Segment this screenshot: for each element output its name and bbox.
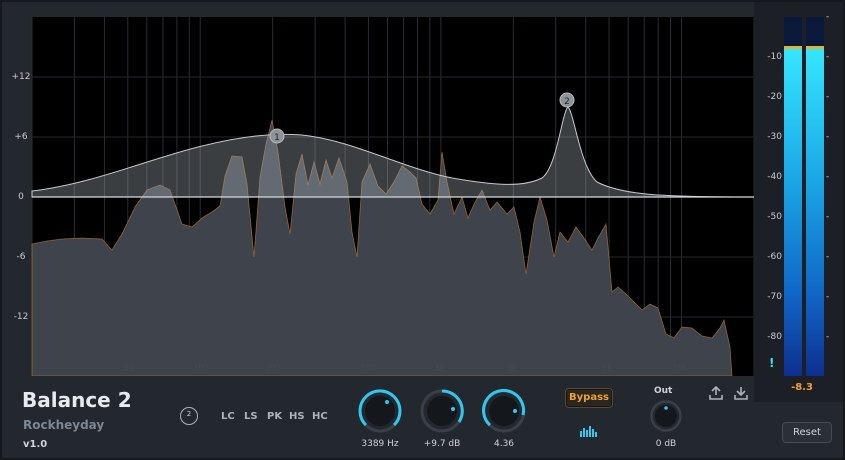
db-label: -6 — [16, 252, 26, 262]
meter-tick: - — [826, 12, 830, 22]
meter-fill-right — [806, 49, 824, 376]
meter-tick: - — [826, 252, 830, 262]
meter-scale-label: -30 — [767, 132, 782, 142]
frequency-knob[interactable] — [358, 389, 402, 433]
filter-type-ls[interactable]: LS — [244, 411, 258, 422]
output-value: 0 dB — [655, 439, 677, 449]
gain-value: +9.7 dB — [423, 439, 461, 449]
frequency-value: 3389 Hz — [361, 439, 399, 449]
band-number: 2 — [186, 410, 192, 418]
meter-tick: - — [826, 292, 830, 302]
meter-peak-left — [784, 46, 802, 49]
meter-tick: - — [826, 172, 830, 182]
eq-node-1[interactable]: 1 — [269, 128, 285, 144]
q-value: 4.36 — [493, 439, 515, 449]
bypass-button[interactable]: Bypass — [565, 388, 613, 408]
meter-tick: - — [826, 132, 830, 142]
db-label: 0 — [18, 192, 24, 202]
meter-scale-label: -50 — [767, 212, 782, 222]
db-label: -12 — [13, 312, 29, 322]
plugin-title: Balance 2 — [22, 388, 132, 412]
export-icon[interactable] — [708, 385, 724, 405]
band-selector[interactable]: 2 — [180, 407, 198, 425]
meter-scale-label: -40 — [767, 172, 782, 182]
meter-bar-left — [784, 17, 802, 376]
node-label: 1 — [274, 133, 280, 143]
q-knob[interactable] — [482, 389, 526, 433]
reset-button[interactable]: Reset — [782, 422, 832, 443]
meter-tick: - — [826, 52, 830, 62]
filter-type-pk[interactable]: PK — [267, 411, 282, 422]
filter-type-hc[interactable]: HC — [312, 411, 328, 422]
vendor-name: Rockheyday — [23, 418, 105, 432]
freq-label: 10k — [672, 363, 688, 372]
clip-warning-icon[interactable]: ! — [769, 356, 774, 370]
meter-fill-left — [784, 49, 802, 376]
freq-label: 2k — [507, 363, 517, 372]
import-icon[interactable] — [733, 385, 749, 405]
meter-peak-readout: -8.3 — [791, 382, 813, 393]
freq-label: 100 — [193, 363, 209, 372]
meter-tick: - — [826, 212, 830, 222]
eq-node-2[interactable]: 2 — [559, 92, 575, 108]
meter-scale-label: -20 — [767, 92, 782, 102]
output-knob[interactable] — [650, 400, 682, 432]
db-label: +6 — [14, 132, 28, 142]
version-label: v1.0 — [23, 439, 48, 450]
eq-display[interactable]: 1 2 +12 +6 0 -6 -12 50 100 200 500 1k 2k… — [2, 2, 754, 376]
filter-type-hs[interactable]: HS — [289, 411, 305, 422]
filter-type-lc[interactable]: LC — [221, 411, 235, 422]
meter-bar-right — [806, 17, 824, 376]
meter-scale-label: -10 — [767, 52, 782, 62]
meter-scale-label: -70 — [767, 292, 782, 302]
freq-label: 200 — [265, 363, 281, 372]
meter-scale-label: -80 — [767, 332, 782, 342]
freq-label: 1k — [435, 363, 445, 372]
gain-knob[interactable] — [420, 389, 464, 433]
meter-tick: - — [826, 92, 830, 102]
analyzer-icon[interactable] — [580, 422, 598, 441]
freq-label: 50 — [123, 363, 135, 372]
db-label: +12 — [11, 72, 31, 82]
plugin-window: 1 2 +12 +6 0 -6 -12 50 100 200 500 1k 2k… — [0, 0, 845, 460]
eq-graph[interactable]: 1 2 — [2, 2, 754, 376]
freq-label: 5k — [602, 363, 612, 372]
freq-label: 500 — [360, 363, 376, 372]
output-label: Out — [654, 386, 673, 396]
meter-peak-right — [806, 46, 824, 49]
meter-scale-label: -60 — [767, 252, 782, 262]
node-label: 2 — [564, 97, 570, 107]
meter-tick: - — [826, 332, 830, 342]
